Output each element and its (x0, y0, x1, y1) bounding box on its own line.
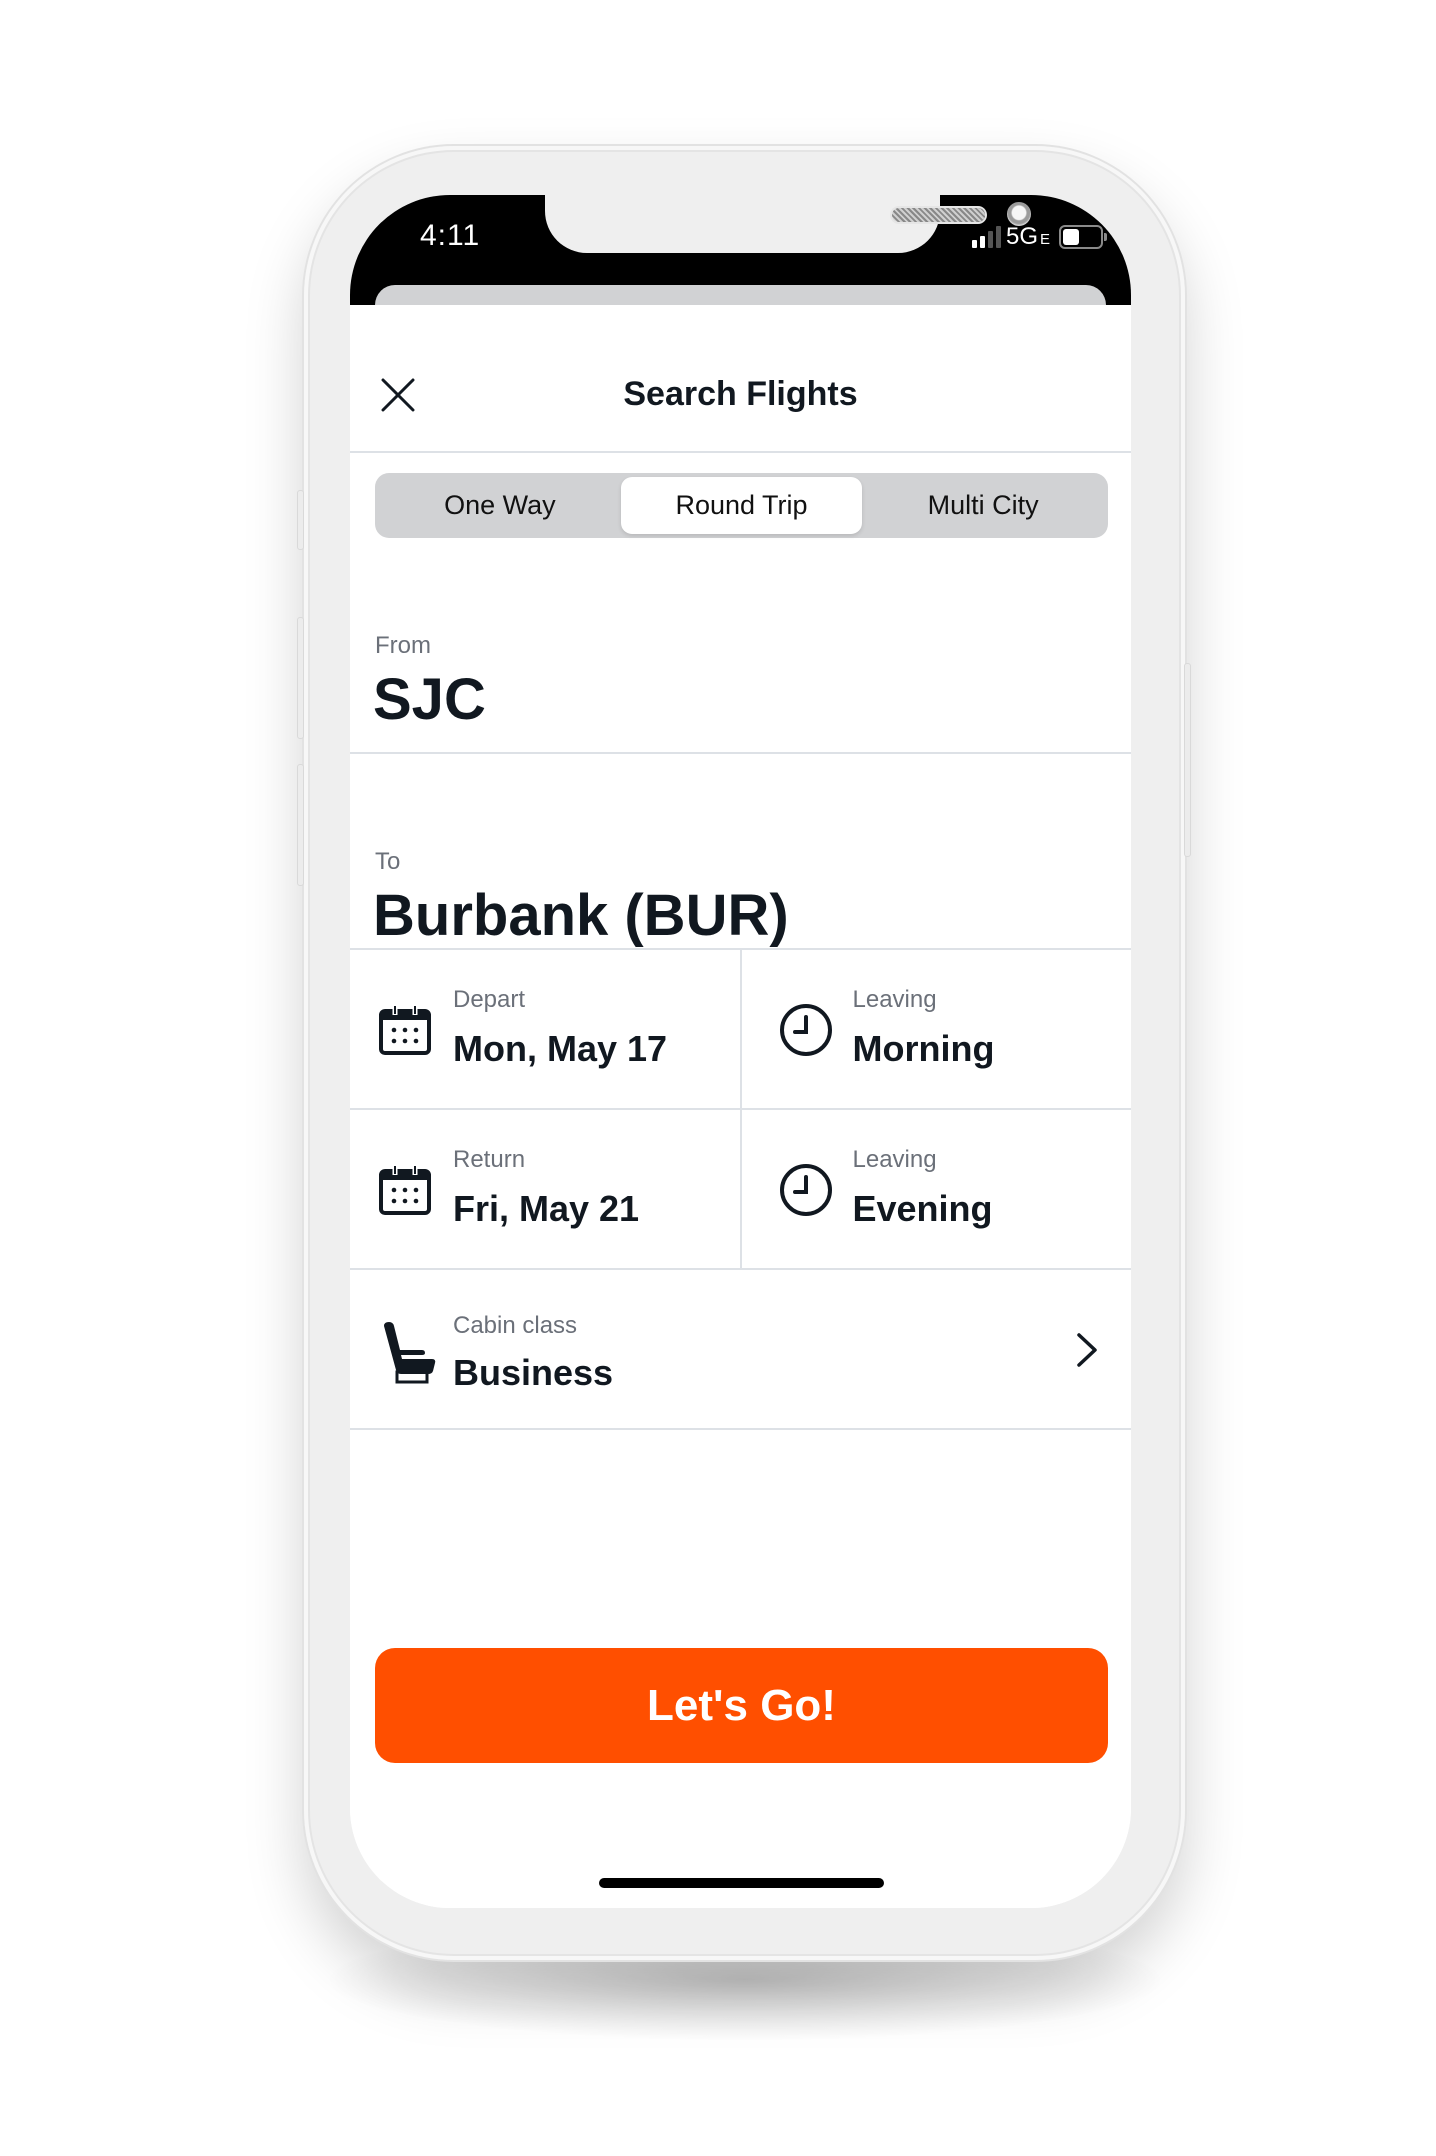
to-label: To (375, 848, 401, 875)
notch (545, 195, 1031, 253)
seat-icon (384, 1322, 436, 1384)
cabin-class-label: Cabin class (453, 1312, 578, 1339)
battery-icon (1059, 225, 1107, 249)
volume-down-button (297, 764, 304, 886)
volume-up-button (297, 617, 304, 739)
network-indicator: 5G E (1005, 223, 1050, 250)
mute-switch (297, 490, 304, 550)
tab-one-way[interactable]: One Way (379, 477, 621, 534)
cabin-class-value: Business (453, 1352, 614, 1393)
depart-row: Depart Mon, May 17 Leaving Morning (350, 950, 1131, 1110)
return-time-label: Leaving (852, 1146, 937, 1173)
home-indicator[interactable] (599, 1878, 884, 1888)
signal-icon (971, 226, 1001, 248)
from-label: From (375, 632, 431, 659)
return-time-value: Evening (852, 1188, 993, 1229)
depart-date-field[interactable]: Depart Mon, May 17 (350, 950, 740, 1108)
return-time-field[interactable]: Leaving Evening (739, 1110, 1132, 1268)
depart-time-field[interactable]: Leaving Morning (739, 950, 1132, 1108)
calendar-icon (379, 1166, 431, 1215)
cabin-class-field[interactable]: Cabin class Business (350, 1270, 1131, 1430)
to-value: Burbank (BUR) (373, 883, 789, 948)
depart-label: Depart (453, 986, 526, 1013)
page-title: Search Flights (623, 375, 858, 413)
depart-time-value: Morning (852, 1028, 995, 1069)
to-field[interactable]: To Burbank (BUR) (350, 754, 1131, 950)
return-value: Fri, May 21 (453, 1188, 640, 1229)
chevron-right-icon (1077, 1333, 1097, 1367)
from-field[interactable]: From SJC (350, 538, 1131, 754)
battery-level (1063, 229, 1079, 245)
clock-icon (779, 1004, 832, 1056)
power-button (1184, 663, 1191, 857)
calendar-icon (379, 1006, 431, 1055)
depart-time-label: Leaving (852, 986, 937, 1013)
phone-screen: 4:11 5G E Search Flights One Way Round Tr… (350, 195, 1131, 1908)
return-label: Return (453, 1146, 526, 1173)
tab-round-trip[interactable]: Round Trip (620, 477, 863, 534)
trip-type-segmented-control: One Way Round Trip Multi City (375, 473, 1108, 538)
status-icons: 5G E (971, 223, 1107, 251)
return-row: Return Fri, May 21 Leaving Evening (350, 1110, 1131, 1270)
status-time: 4:11 (420, 219, 481, 252)
tab-multi-city[interactable]: Multi City (862, 477, 1104, 534)
search-flights-sheet: Search Flights One Way Round Trip Multi … (350, 305, 1131, 1908)
header: Search Flights (350, 305, 1131, 453)
depart-value: Mon, May 17 (453, 1028, 668, 1069)
return-date-field[interactable]: Return Fri, May 21 (350, 1110, 740, 1268)
from-value: SJC (373, 667, 486, 732)
clock-icon (779, 1164, 832, 1216)
speaker-grille (892, 208, 985, 222)
lets-go-button[interactable]: Let's Go! (375, 1648, 1108, 1763)
